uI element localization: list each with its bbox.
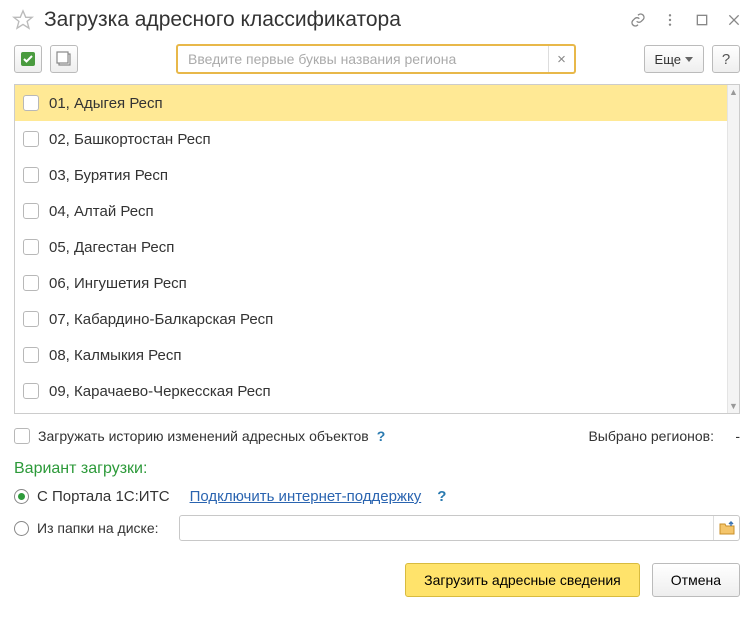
- history-checkbox[interactable]: [14, 428, 30, 444]
- uncheck-all-button[interactable]: [50, 45, 78, 73]
- scrollbar[interactable]: ▲ ▼: [727, 85, 739, 413]
- toolbar: × Еще ?: [0, 44, 754, 84]
- region-row[interactable]: 06, Ингушетия Респ: [15, 265, 727, 301]
- link-icon[interactable]: [630, 12, 646, 28]
- clear-search-button[interactable]: ×: [548, 46, 574, 72]
- region-checkbox[interactable]: [23, 203, 39, 219]
- folder-radio[interactable]: [14, 521, 29, 536]
- region-list: 01, Адыгея Респ 02, Башкортостан Респ 03, …: [14, 84, 740, 414]
- chevron-down-icon: [685, 57, 693, 62]
- load-button[interactable]: Загрузить адресные сведения: [405, 563, 640, 597]
- variant-title: Вариант загрузки:: [0, 450, 754, 484]
- selected-count-label: Выбрано регионов:: [588, 428, 714, 444]
- search-field-wrap: ×: [176, 44, 576, 74]
- region-row[interactable]: 09, Карачаево-Черкесская Респ: [15, 373, 727, 409]
- region-label: 06, Ингушетия Респ: [49, 275, 187, 292]
- selected-count-value: -: [730, 428, 740, 444]
- portal-option-row: С Портала 1С:ИТС Подключить интернет-под…: [0, 484, 754, 509]
- region-label: 05, Дагестан Респ: [49, 239, 174, 256]
- region-checkbox[interactable]: [23, 167, 39, 183]
- titlebar: Загрузка адресного классификатора: [0, 0, 754, 44]
- history-help-icon[interactable]: ?: [377, 428, 386, 444]
- check-all-button[interactable]: [14, 45, 42, 73]
- close-icon[interactable]: [726, 12, 742, 28]
- connect-support-link[interactable]: Подключить интернет-поддержку: [190, 488, 422, 505]
- region-row[interactable]: 05, Дагестан Респ: [15, 229, 727, 265]
- region-row[interactable]: 04, Алтай Респ: [15, 193, 727, 229]
- footer: Загрузить адресные сведения Отмена: [0, 541, 754, 597]
- menu-dots-icon[interactable]: [662, 12, 678, 28]
- region-label: 02, Башкортостан Респ: [49, 131, 211, 148]
- portal-radio[interactable]: [14, 489, 29, 504]
- region-label: 08, Калмыкия Респ: [49, 347, 182, 364]
- region-row[interactable]: 08, Калмыкия Респ: [15, 337, 727, 373]
- region-checkbox[interactable]: [23, 347, 39, 363]
- folder-path-wrap: [179, 515, 740, 541]
- portal-label: С Портала 1С:ИТС: [37, 488, 170, 505]
- more-menu-label: Еще: [655, 52, 681, 67]
- history-label: Загружать историю изменений адресных объ…: [38, 428, 369, 444]
- favorite-star-icon[interactable]: [12, 9, 34, 31]
- scroll-down-icon[interactable]: ▼: [728, 399, 739, 413]
- region-row[interactable]: 07, Кабардино-Балкарская Респ: [15, 301, 727, 337]
- region-checkbox[interactable]: [23, 239, 39, 255]
- connect-help-icon[interactable]: ?: [437, 488, 446, 505]
- region-row[interactable]: 01, Адыгея Респ: [15, 85, 727, 121]
- maximize-icon[interactable]: [694, 12, 710, 28]
- region-label: 04, Алтай Респ: [49, 203, 154, 220]
- region-checkbox[interactable]: [23, 95, 39, 111]
- region-checkbox[interactable]: [23, 311, 39, 327]
- search-input[interactable]: [178, 51, 548, 67]
- more-menu-button[interactable]: Еще: [644, 45, 704, 73]
- region-row[interactable]: 03, Бурятия Респ: [15, 157, 727, 193]
- region-label: 09, Карачаево-Черкесская Респ: [49, 383, 271, 400]
- region-checkbox[interactable]: [23, 275, 39, 291]
- region-checkbox[interactable]: [23, 383, 39, 399]
- help-button[interactable]: ?: [712, 45, 740, 73]
- scroll-up-icon[interactable]: ▲: [728, 85, 739, 99]
- region-row[interactable]: 02, Башкортостан Респ: [15, 121, 727, 157]
- folder-option-row: Из папки на диске:: [0, 509, 754, 541]
- region-label: 03, Бурятия Респ: [49, 167, 168, 184]
- region-label: 01, Адыгея Респ: [49, 95, 163, 112]
- cancel-button[interactable]: Отмена: [652, 563, 740, 597]
- folder-path-input[interactable]: [180, 516, 713, 540]
- window-title: Загрузка адресного классификатора: [44, 8, 630, 32]
- region-checkbox[interactable]: [23, 131, 39, 147]
- browse-folder-button[interactable]: [713, 516, 739, 540]
- folder-label: Из папки на диске:: [37, 520, 159, 536]
- history-option-row: Загружать историю изменений адресных объ…: [0, 414, 754, 450]
- region-label: 07, Кабардино-Балкарская Респ: [49, 311, 273, 328]
